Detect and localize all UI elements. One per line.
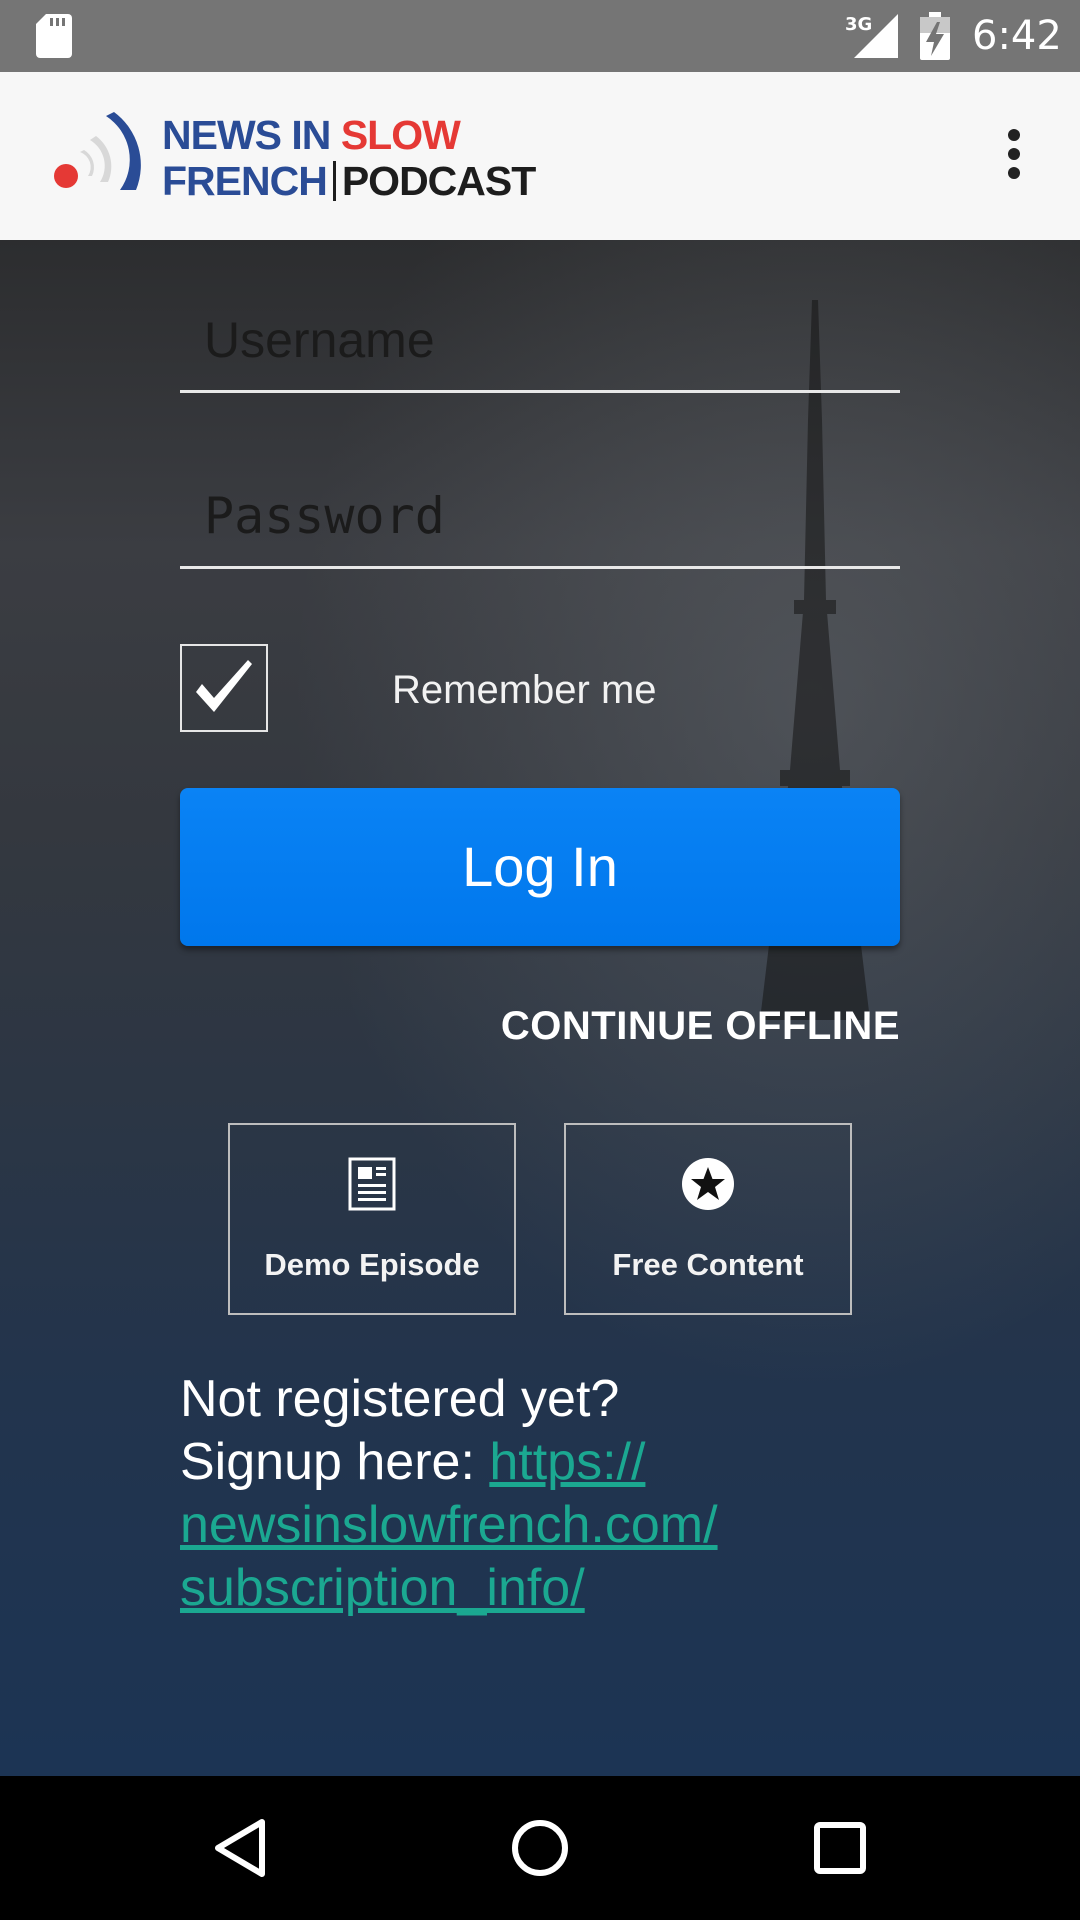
username-input[interactable] — [180, 290, 900, 390]
menu-dot — [1008, 148, 1020, 160]
signup-prefix: Signup here: — [180, 1433, 490, 1491]
logo-text-news-in: NEWS IN — [162, 112, 331, 158]
logo-text-french: FRENCH — [162, 158, 328, 204]
checkmark-icon — [196, 660, 252, 712]
not-registered-text: Not registered yet? — [180, 1370, 620, 1428]
menu-dot — [1008, 129, 1020, 141]
signup-link-part2[interactable]: newsinslowfrench.com/ — [180, 1496, 718, 1554]
logo-icon — [54, 112, 141, 190]
sd-card-icon — [36, 14, 72, 58]
menu-dot — [1008, 167, 1020, 179]
demo-episode-button[interactable]: Demo Episode — [228, 1123, 516, 1315]
login-button[interactable]: Log In — [180, 788, 900, 946]
battery-charging-icon — [920, 12, 950, 60]
remember-me-checkbox[interactable] — [180, 644, 268, 732]
username-field[interactable] — [180, 290, 900, 393]
continue-offline-button[interactable]: CONTINUE OFFLINE — [501, 1004, 900, 1049]
password-field[interactable] — [180, 466, 900, 569]
logo-text: NEWS IN SLOW FRENCH PODCAST — [162, 112, 536, 204]
demo-episode-label: Demo Episode — [264, 1247, 480, 1282]
navigation-bar — [0, 1776, 1080, 1920]
logo-text-slow: SLOW — [340, 112, 461, 158]
more-vert-icon[interactable] — [990, 122, 1038, 192]
home-icon[interactable] — [500, 1808, 580, 1888]
network-type-label: 3G — [845, 14, 873, 35]
free-content-button[interactable]: Free Content — [564, 1123, 852, 1315]
signup-link-part1[interactable]: https:// — [489, 1433, 645, 1491]
logo-text-podcast: PODCAST — [341, 158, 536, 204]
password-input[interactable] — [180, 466, 900, 566]
signup-text: Not registered yet? Signup here: https:/… — [180, 1368, 960, 1620]
recents-icon[interactable] — [800, 1808, 880, 1888]
status-bar: 3G 6:42 — [0, 0, 1080, 72]
article-icon — [348, 1157, 396, 1211]
remember-me-label[interactable]: Remember me — [392, 668, 657, 713]
free-content-label: Free Content — [612, 1247, 804, 1282]
star-circle-icon — [682, 1158, 734, 1210]
login-screen: Remember me Log In CONTINUE OFFLINE Demo… — [0, 240, 1080, 1776]
logo-divider — [332, 161, 336, 201]
back-icon[interactable] — [200, 1808, 280, 1888]
clock: 6:42 — [972, 13, 1062, 59]
app-bar: NEWS IN SLOW FRENCH PODCAST — [0, 72, 1080, 240]
signup-link-part3[interactable]: subscription_info/ — [180, 1559, 585, 1617]
